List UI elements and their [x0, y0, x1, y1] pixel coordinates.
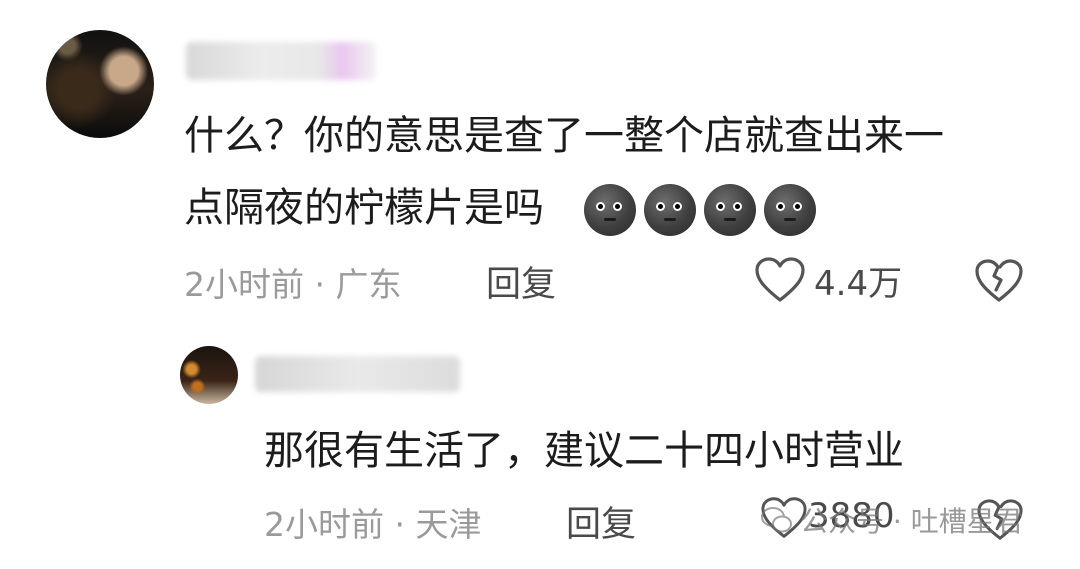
- avatar[interactable]: [180, 346, 238, 404]
- avatar[interactable]: [46, 30, 154, 138]
- new-moon-face-icon: [704, 184, 756, 236]
- heart-icon[interactable]: [754, 256, 806, 304]
- broken-heart-icon[interactable]: [974, 258, 1024, 304]
- watermark: 公众号 · 吐槽星君: [760, 500, 1023, 540]
- username-blurred[interactable]: [255, 356, 460, 392]
- emoji-row: [584, 184, 816, 236]
- reply-button[interactable]: 回复: [566, 496, 636, 547]
- new-moon-face-icon: [644, 184, 696, 236]
- reply-button[interactable]: 回复: [486, 256, 556, 307]
- comment-text: 点隔夜的柠檬片是吗: [184, 185, 544, 231]
- comment-text: 那很有生活了，建议二十四小时营业: [264, 428, 904, 474]
- like-count: 4.4万: [814, 264, 903, 304]
- comment-meta: 2小时前 · 天津: [264, 505, 482, 544]
- comment-meta: 2小时前 · 广东: [184, 265, 402, 304]
- watermark-text: 公众号 · 吐槽星君: [800, 505, 1023, 538]
- wechat-icon: [761, 507, 792, 533]
- new-moon-face-icon: [764, 184, 816, 236]
- new-moon-face-icon: [584, 184, 636, 236]
- comment-text: 什么？你的意思是查了一整个店就查出来一: [184, 113, 944, 159]
- username-blurred[interactable]: [186, 42, 376, 80]
